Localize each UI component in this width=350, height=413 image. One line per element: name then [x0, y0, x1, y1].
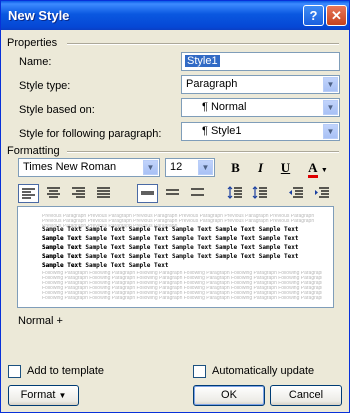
increase-spacing-button[interactable] — [224, 184, 245, 203]
decrease-indent-icon — [289, 187, 303, 198]
chevron-down-icon: ▼ — [320, 167, 328, 174]
italic-button[interactable]: I — [250, 159, 271, 178]
align-left-button[interactable] — [18, 184, 39, 203]
chevron-down-icon[interactable]: ▼ — [198, 160, 213, 175]
name-input-value: Style1 — [185, 55, 220, 67]
justify-icon — [97, 187, 110, 198]
cancel-button[interactable]: Cancel — [270, 385, 342, 406]
font-size-value: 12 — [170, 161, 183, 173]
increase-indent-icon — [315, 187, 329, 198]
decrease-spacing-button[interactable] — [249, 184, 270, 203]
name-input[interactable]: Style1 — [181, 52, 340, 71]
single-spacing-icon — [141, 191, 154, 195]
chevron-down-icon[interactable]: ▼ — [323, 124, 338, 139]
single-spacing-button[interactable] — [137, 184, 158, 203]
following-value: ¶ Style1 — [202, 125, 242, 137]
chevron-down-icon[interactable]: ▼ — [323, 77, 338, 92]
font-size-dropdown[interactable]: 12 ▼ — [165, 158, 215, 177]
style-preview-pane: Previous Paragraph Previous Paragraph Pr… — [17, 206, 334, 308]
align-right-button[interactable] — [68, 184, 89, 203]
formatting-heading: Formatting — [7, 145, 60, 157]
properties-heading: Properties — [7, 37, 58, 49]
based-on-dropdown[interactable]: ¶ Normal ▼ — [181, 98, 340, 117]
format-button[interactable]: Format ▼ — [8, 385, 79, 406]
decrease-indent-button[interactable] — [285, 184, 306, 203]
dialog-title: New Style — [8, 8, 70, 23]
font-name-dropdown[interactable]: Times New Roman ▼ — [18, 158, 160, 177]
ok-button[interactable]: OK — [193, 385, 265, 406]
align-center-icon — [47, 187, 60, 198]
style-type-value: Paragraph — [186, 78, 238, 90]
style-description: Normal + — [18, 315, 63, 327]
help-button[interactable]: ? — [303, 5, 324, 26]
add-to-template-label[interactable]: Add to template — [27, 365, 104, 377]
font-name-value: Times New Roman — [23, 161, 117, 173]
double-spacing-icon — [191, 188, 204, 196]
formatting-divider — [67, 151, 339, 153]
name-label: Name: — [19, 56, 52, 68]
add-to-template-checkbox[interactable] — [8, 365, 21, 378]
chevron-down-icon[interactable]: ▼ — [143, 160, 158, 175]
chevron-down-icon[interactable]: ▼ — [323, 100, 338, 115]
properties-divider — [67, 43, 339, 45]
following-label: Style for following paragraph: — [19, 128, 162, 140]
align-right-icon — [72, 187, 85, 198]
following-paragraph-line: Following Paragraph Following Paragraph … — [42, 296, 322, 301]
double-spacing-button[interactable] — [187, 184, 208, 203]
based-on-label: Style based on: — [19, 104, 95, 116]
font-color-button[interactable]: A ▼ — [303, 159, 333, 178]
sample-text-line: Sample Text Sample Text Sample Text — [42, 262, 169, 269]
justify-button[interactable] — [93, 184, 114, 203]
underline-button[interactable]: U — [275, 159, 296, 178]
chevron-down-icon: ▼ — [58, 391, 67, 400]
align-left-icon — [22, 188, 35, 199]
style-type-label: Style type: — [19, 80, 71, 92]
style-type-dropdown[interactable]: Paragraph ▼ — [181, 75, 340, 94]
new-style-dialog: New Style ? ✕ Properties Name: Style1 St… — [0, 0, 350, 413]
close-button[interactable]: ✕ — [326, 5, 347, 26]
format-button-label: Format — [20, 389, 56, 401]
title-bar: New Style ? ✕ — [1, 1, 349, 30]
increase-indent-button[interactable] — [311, 184, 332, 203]
line-spacing-up-icon — [227, 186, 242, 199]
line-spacing-down-icon — [252, 186, 267, 199]
following-dropdown[interactable]: ¶ Style1 ▼ — [181, 122, 340, 141]
one-half-spacing-button[interactable] — [162, 184, 183, 203]
align-center-button[interactable] — [43, 184, 64, 203]
bold-button[interactable]: B — [225, 159, 246, 178]
one-half-spacing-icon — [166, 189, 179, 195]
based-on-value: ¶ Normal — [202, 101, 247, 113]
automatically-update-checkbox[interactable] — [193, 365, 206, 378]
automatically-update-label[interactable]: Automatically update — [212, 365, 314, 377]
font-color-icon: A — [308, 160, 318, 178]
